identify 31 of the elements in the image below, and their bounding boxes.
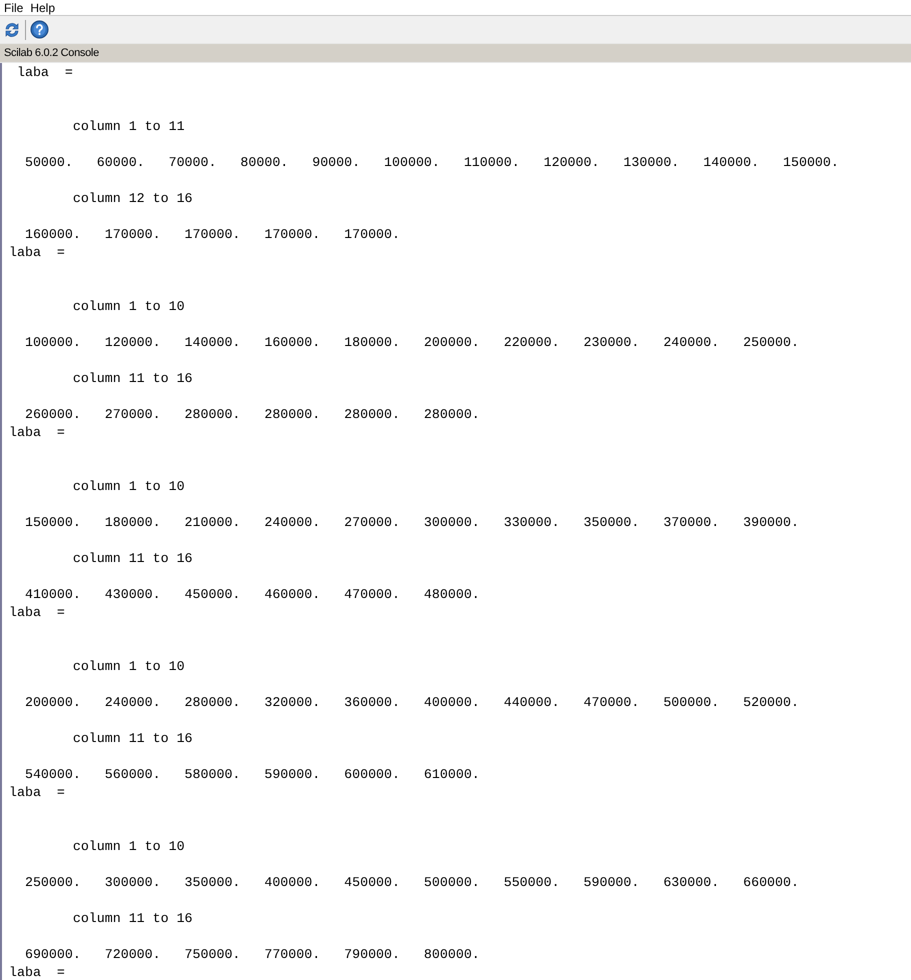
console-line: 50000. 60000. 70000. 80000. 90000. 100000. 110000. 120000. 130000. 140000. 150000. xyxy=(24,154,839,172)
console-line: 150000. 180000. 210000. 240000. 270000. 300000. 330000. 350000. 370000. 390000. xyxy=(24,514,799,532)
console-line: column 11 to 16 xyxy=(72,550,193,568)
console-line: 250000. 300000. 350000. 400000. 450000. 500000. 550000. 590000. 630000. 660000. xyxy=(24,874,799,892)
console-line: column 11 to 16 xyxy=(72,910,193,928)
console-line: 410000. 430000. 450000. 460000. 470000. 480000. xyxy=(24,586,480,604)
console-line: 690000. 720000. 750000. 770000. 790000. 800000. xyxy=(24,946,480,964)
console-line: column 1 to 10 xyxy=(72,658,185,676)
console-line: column 11 to 16 xyxy=(72,730,193,748)
console-line: laba = xyxy=(9,244,65,262)
console-line: column 1 to 10 xyxy=(72,838,185,856)
console-line: 160000. 170000. 170000. 170000. 170000. xyxy=(24,226,400,244)
console-line: column 12 to 16 xyxy=(72,190,193,208)
console-line: laba = xyxy=(16,64,73,82)
console-line: laba = xyxy=(9,604,65,622)
console-line: 540000. 560000. 580000. 590000. 600000. 610000. xyxy=(24,766,480,784)
console-line: column 11 to 16 xyxy=(72,370,193,388)
help-icon[interactable] xyxy=(30,20,49,39)
menu-item[interactable]: Help xyxy=(30,0,56,14)
refresh-icon[interactable] xyxy=(3,20,21,38)
console-line: 260000. 270000. 280000. 280000. 280000. 280000. xyxy=(24,406,480,424)
console-line: laba = xyxy=(9,424,65,442)
console-line: laba = xyxy=(9,784,65,802)
console-title: Scilab 6.0.2 Console xyxy=(4,46,99,61)
menu-item[interactable]: File xyxy=(4,0,24,14)
console-line: column 1 to 10 xyxy=(72,298,185,316)
console-line: column 1 to 10 xyxy=(72,478,185,496)
console-line: laba = xyxy=(9,964,65,980)
console-line: 200000. 240000. 280000. 320000. 360000. 400000. 440000. 470000. 500000. 520000. xyxy=(24,694,799,712)
console-line: column 1 to 11 xyxy=(72,118,185,136)
console-line: 100000. 120000. 140000. 160000. 180000. 200000. 220000. 230000. 240000. 250000. xyxy=(24,334,799,352)
